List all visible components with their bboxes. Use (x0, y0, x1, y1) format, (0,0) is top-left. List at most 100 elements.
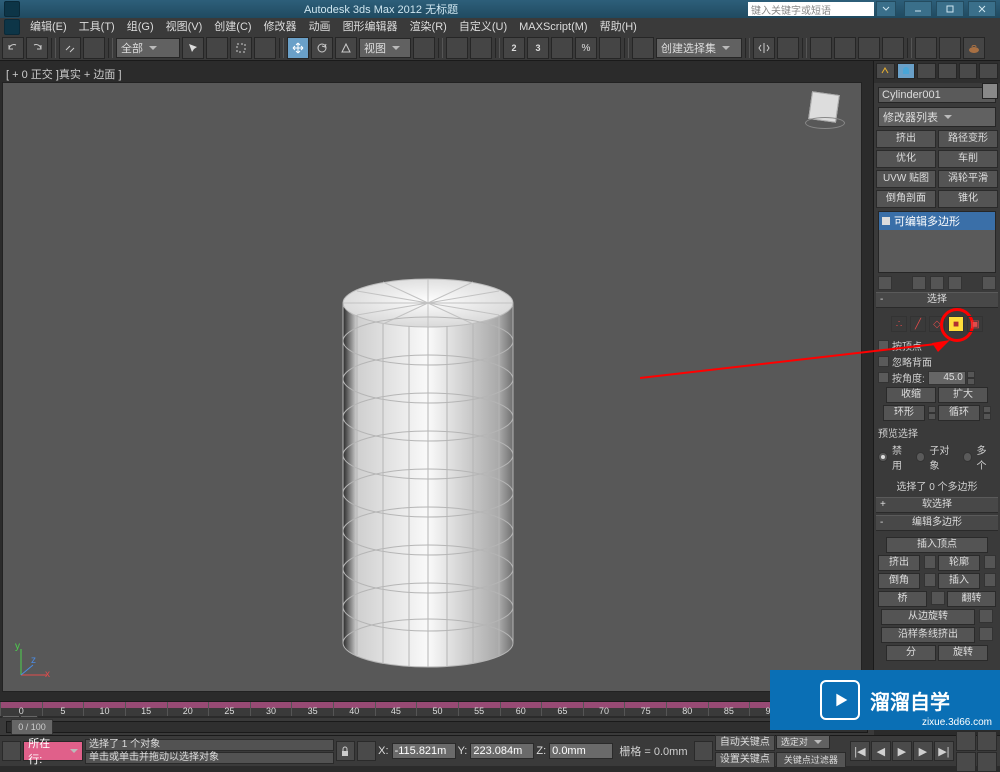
mod-btn-taper[interactable]: 锥化 (938, 190, 998, 208)
modifier-stack[interactable]: 可编辑多边形 (878, 211, 996, 273)
create-tab[interactable] (876, 63, 895, 79)
rad-subobj[interactable] (916, 452, 926, 462)
ref-coord-combo[interactable]: 视图 (359, 38, 411, 58)
remove-modifier-button[interactable] (948, 276, 962, 290)
select-by-name-button[interactable] (206, 37, 228, 59)
modify-tab[interactable] (897, 63, 916, 79)
hierarchy-tab[interactable] (917, 63, 936, 79)
mod-btn-uvwmap[interactable]: UVW 贴图 (876, 170, 936, 188)
selection-filter-combo[interactable]: 全部 (116, 38, 180, 58)
max-toggle-button[interactable] (977, 752, 997, 772)
btn-shrink[interactable]: 收缩 (886, 387, 936, 403)
angle-spinner[interactable]: 45.0 (928, 371, 975, 385)
unlink-button[interactable] (83, 37, 105, 59)
time-tag-button[interactable] (694, 741, 713, 761)
select-object-button[interactable] (182, 37, 204, 59)
mod-btn-lathe[interactable]: 车削 (938, 150, 998, 168)
modifier-list-combo[interactable]: 修改器列表 (878, 107, 996, 127)
extrude-settings[interactable] (924, 555, 936, 569)
local-combo[interactable]: 所在行: (23, 741, 83, 761)
maximize-button[interactable] (936, 1, 964, 17)
prev-frame-button[interactable]: ◀ (871, 741, 891, 761)
menu-tools[interactable]: 工具(T) (73, 18, 121, 36)
undo-button[interactable] (2, 37, 24, 59)
close-button[interactable] (968, 1, 996, 17)
select-scale-button[interactable] (335, 37, 357, 59)
schematic-view-button[interactable] (858, 37, 880, 59)
configure-modifier-sets-button[interactable] (982, 276, 996, 290)
btn-extrude[interactable]: 挤出 (878, 555, 920, 571)
time-slider-thumb[interactable]: 0 / 100 (11, 719, 53, 735)
select-manipulate-button[interactable] (446, 37, 468, 59)
motion-tab[interactable] (938, 63, 957, 79)
mod-btn-turbosmooth[interactable]: 涡轮平滑 (938, 170, 998, 188)
bridge-settings[interactable] (931, 591, 945, 605)
menu-edit[interactable]: 编辑(E) (24, 18, 73, 36)
bevel-settings[interactable] (924, 573, 936, 587)
menu-graph-editors[interactable]: 图形编辑器 (337, 18, 404, 36)
link-button[interactable] (59, 37, 81, 59)
percent-snap-button[interactable]: % (575, 37, 597, 59)
menu-group[interactable]: 组(G) (121, 18, 160, 36)
subobj-element[interactable]: ▣ (967, 316, 983, 332)
abs-rel-toggle[interactable] (357, 741, 376, 761)
viewport[interactable]: y x z (2, 82, 862, 692)
layer-manager-button[interactable] (810, 37, 832, 59)
keyboard-shortcut-override-button[interactable] (470, 37, 492, 59)
next-frame-button[interactable]: ▶ (913, 741, 933, 761)
object-color-swatch[interactable] (982, 83, 998, 99)
help-dropdown[interactable] (876, 1, 896, 17)
rollout-editpoly-header[interactable]: 编辑多边形 (876, 515, 998, 531)
play-button[interactable]: ▶ (892, 741, 912, 761)
search-input[interactable]: 键入关键字或短语 (748, 2, 874, 16)
spinner-snap-button[interactable] (599, 37, 621, 59)
btn-outline[interactable]: 轮廓 (938, 555, 980, 571)
btn-insert-vertex[interactable]: 插入顶点 (886, 537, 988, 553)
rollout-selection-header[interactable]: 选择 (876, 292, 998, 308)
btn-grow[interactable]: 扩大 (938, 387, 988, 403)
snap-3d-button[interactable]: 3 (527, 37, 549, 59)
select-rotate-button[interactable] (311, 37, 333, 59)
align-button[interactable] (777, 37, 799, 59)
btn-retri[interactable]: 旋转 (938, 645, 988, 661)
menu-help[interactable]: 帮助(H) (594, 18, 643, 36)
btn-bridge[interactable]: 桥 (878, 591, 927, 607)
key-filters-button[interactable]: 关键点过滤器 (776, 752, 846, 768)
btn-inset[interactable]: 插入 (938, 573, 980, 589)
chk-ignore-backfacing[interactable] (878, 356, 889, 367)
btn-bevel[interactable]: 倒角 (878, 573, 920, 589)
pivot-button[interactable] (413, 37, 435, 59)
pin-stack-button[interactable] (878, 276, 892, 290)
btn-ring[interactable]: 环形 (883, 405, 925, 421)
render-production-button[interactable] (963, 37, 985, 59)
subobj-border[interactable]: ◇ (929, 316, 945, 332)
goto-end-button[interactable]: ▶| (934, 741, 954, 761)
menu-views[interactable]: 视图(V) (160, 18, 209, 36)
select-move-button[interactable] (287, 37, 309, 59)
display-tab[interactable] (959, 63, 978, 79)
ring-spinner[interactable] (927, 405, 936, 421)
rollout-softsel-header[interactable]: 软选择 (876, 497, 998, 513)
edit-named-sel-button[interactable] (632, 37, 654, 59)
cylinder-object[interactable] (333, 263, 523, 673)
sel-lock-combo[interactable]: 选定对 (776, 735, 830, 749)
mirror-button[interactable] (753, 37, 775, 59)
angle-snap-button[interactable] (551, 37, 573, 59)
lock-selection-button[interactable] (336, 741, 355, 761)
menu-rendering[interactable]: 渲染(R) (404, 18, 453, 36)
btn-loop[interactable]: 循环 (938, 405, 980, 421)
subobj-edge[interactable]: ╱ (910, 316, 926, 332)
rad-multi[interactable] (963, 452, 973, 462)
btn-edit-tri[interactable]: 分 (886, 645, 936, 661)
show-end-result-button[interactable] (912, 276, 926, 290)
material-editor-button[interactable] (882, 37, 904, 59)
utilities-tab[interactable] (979, 63, 998, 79)
chk-by-angle[interactable] (878, 372, 889, 383)
auto-key-button[interactable]: 自动关键点 (715, 735, 775, 751)
mod-btn-pathdeform[interactable]: 路径变形 (938, 130, 998, 148)
btn-flip[interactable]: 翻转 (947, 591, 996, 607)
rad-disable[interactable] (878, 452, 888, 462)
pan-view-button[interactable] (956, 731, 976, 751)
rendered-frame-button[interactable] (939, 37, 961, 59)
set-key-button[interactable]: 设置关键点 (715, 752, 775, 768)
